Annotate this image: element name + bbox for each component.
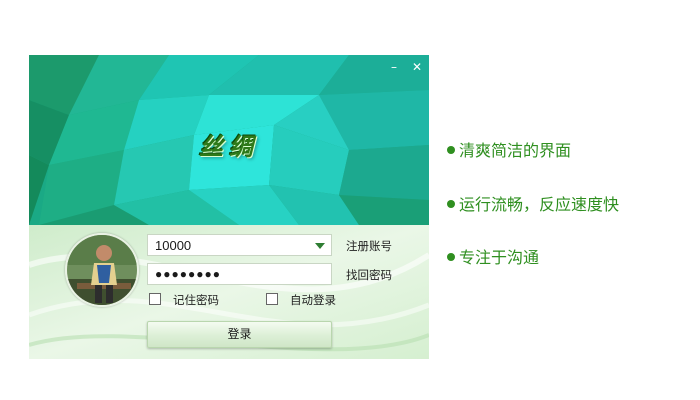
account-value: 10000 xyxy=(155,238,192,253)
feature-text: 清爽简洁的界面 xyxy=(459,141,572,160)
minimize-icon[interactable]: – xyxy=(386,59,402,75)
account-input[interactable]: 10000 xyxy=(147,234,332,256)
login-button[interactable]: 登录 xyxy=(147,321,332,348)
register-account-link[interactable]: 注册账号 xyxy=(346,238,392,254)
checkbox-box[interactable] xyxy=(149,293,161,305)
find-password-link[interactable]: 找回密码 xyxy=(346,267,392,283)
feature-item: 专注于沟通 xyxy=(447,244,539,268)
chevron-down-icon[interactable] xyxy=(315,243,325,249)
bullet-icon xyxy=(447,253,455,261)
remember-password-label: 记住密码 xyxy=(173,293,219,307)
feature-item: 清爽简洁的界面 xyxy=(447,137,571,161)
remember-password-checkbox[interactable]: 记住密码 xyxy=(149,292,229,308)
banner: 丝绸 – ✕ xyxy=(29,55,429,225)
feature-text: 运行流畅，反应速度快 xyxy=(459,195,620,214)
checkbox-box[interactable] xyxy=(266,293,278,305)
bullet-icon xyxy=(447,200,455,208)
close-icon[interactable]: ✕ xyxy=(409,59,425,75)
password-mask: ●●●●●●●● xyxy=(155,267,221,281)
app-title: 丝绸 xyxy=(199,132,259,161)
user-avatar[interactable] xyxy=(65,233,139,307)
auto-login-checkbox[interactable]: 自动登录 xyxy=(266,292,346,308)
feature-text: 专注于沟通 xyxy=(459,248,540,267)
login-window: 丝绸 – ✕ 10000 ●●●●●●●● 注册账号 找回密码 记住密码 自动登… xyxy=(29,55,429,359)
password-input[interactable]: ●●●●●●●● xyxy=(147,263,332,285)
auto-login-label: 自动登录 xyxy=(290,293,336,307)
bullet-icon xyxy=(447,146,455,154)
feature-item: 运行流畅，反应速度快 xyxy=(447,191,619,215)
